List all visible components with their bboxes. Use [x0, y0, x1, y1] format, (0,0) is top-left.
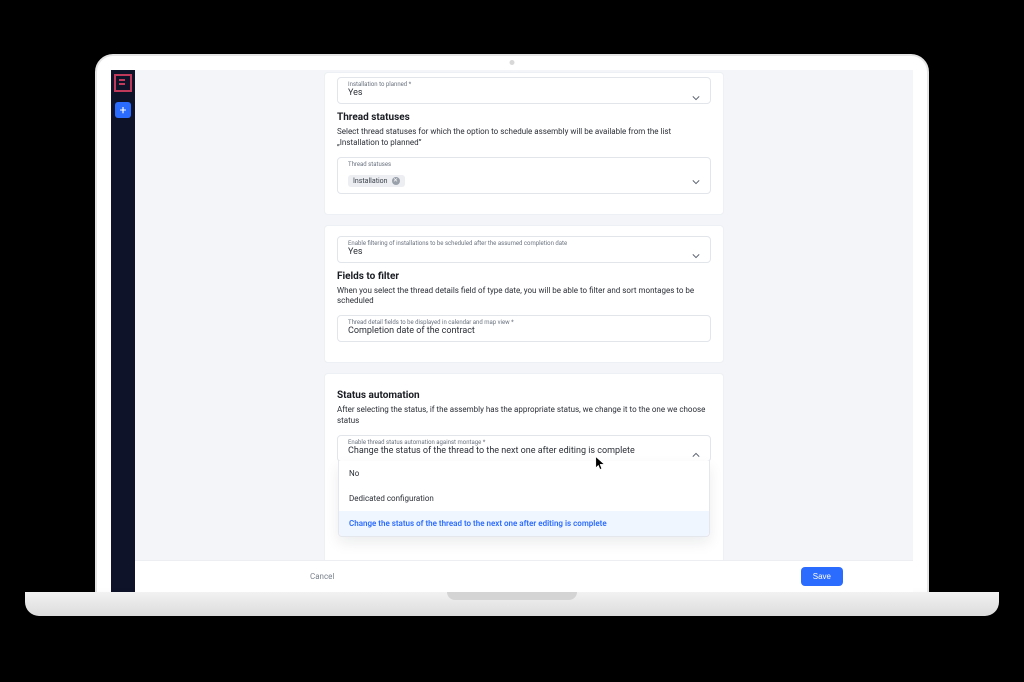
dropdown-option-no[interactable]: No	[339, 461, 709, 486]
plus-icon: +	[120, 104, 127, 116]
webcam-dot	[510, 60, 515, 65]
select-enable-filtering[interactable]: Enable filtering of installations to be …	[337, 236, 711, 263]
section-desc-thread-statuses: Select thread statuses for which the opt…	[337, 127, 711, 149]
field-label: Enable filtering of installations to be …	[348, 240, 700, 247]
section-desc-status-automation: After selecting the status, if the assem…	[337, 405, 711, 427]
card-fields-to-filter: Enable filtering of installations to be …	[324, 225, 724, 364]
app-logo-icon	[114, 74, 132, 92]
app-sidebar: +	[111, 70, 135, 592]
multiselect-thread-statuses[interactable]: Thread statuses Installation ✕	[337, 157, 711, 194]
chevron-up-icon	[692, 444, 700, 452]
field-label: Enable thread status automation against …	[348, 439, 700, 446]
section-title-status-automation: Status automation	[337, 390, 711, 401]
chevron-down-icon	[692, 171, 700, 179]
chevron-down-icon	[692, 87, 700, 95]
card-status-automation: Status automation After selecting the st…	[324, 373, 724, 563]
field-value: Yes	[348, 88, 700, 98]
dropdown-option-change-status[interactable]: Change the status of the thread to the n…	[339, 511, 709, 536]
app-screen: + Installation to planned * Yes Thread s…	[111, 70, 913, 592]
save-button[interactable]: Save	[801, 567, 843, 586]
field-label: Thread detail fields to be displayed in …	[348, 319, 700, 326]
input-thread-detail-fields[interactable]: Thread detail fields to be displayed in …	[337, 315, 711, 342]
dropdown-option-dedicated[interactable]: Dedicated configuration	[339, 486, 709, 511]
chip-label: Installation	[353, 177, 388, 185]
field-label: Installation to planned *	[348, 81, 700, 88]
section-title-thread-statuses: Thread statuses	[337, 112, 711, 123]
chip-installation[interactable]: Installation ✕	[348, 175, 405, 187]
dropdown-panel-status-automation: No Dedicated configuration Change the st…	[338, 461, 710, 537]
chevron-down-icon	[692, 245, 700, 253]
select-installation-to-planned[interactable]: Installation to planned * Yes	[337, 77, 711, 104]
laptop-frame: + Installation to planned * Yes Thread s…	[95, 54, 929, 594]
field-value: Yes	[348, 247, 700, 257]
content-area: Installation to planned * Yes Thread sta…	[135, 70, 913, 592]
field-value: Completion date of the contract	[348, 326, 700, 336]
field-value: Change the status of the thread to the n…	[348, 446, 700, 456]
add-button[interactable]: +	[115, 102, 131, 118]
footer-bar: Cancel Save	[135, 560, 913, 592]
card-installation-planned: Installation to planned * Yes Thread sta…	[324, 72, 724, 215]
chip-remove-icon[interactable]: ✕	[392, 177, 400, 185]
select-enable-thread-status-automation[interactable]: Enable thread status automation against …	[337, 435, 711, 462]
section-desc-fields-to-filter: When you select the thread details field…	[337, 286, 711, 308]
cancel-button[interactable]: Cancel	[310, 572, 334, 581]
section-title-fields-to-filter: Fields to filter	[337, 271, 711, 282]
field-label: Thread statuses	[348, 161, 700, 168]
laptop-base	[25, 592, 999, 616]
